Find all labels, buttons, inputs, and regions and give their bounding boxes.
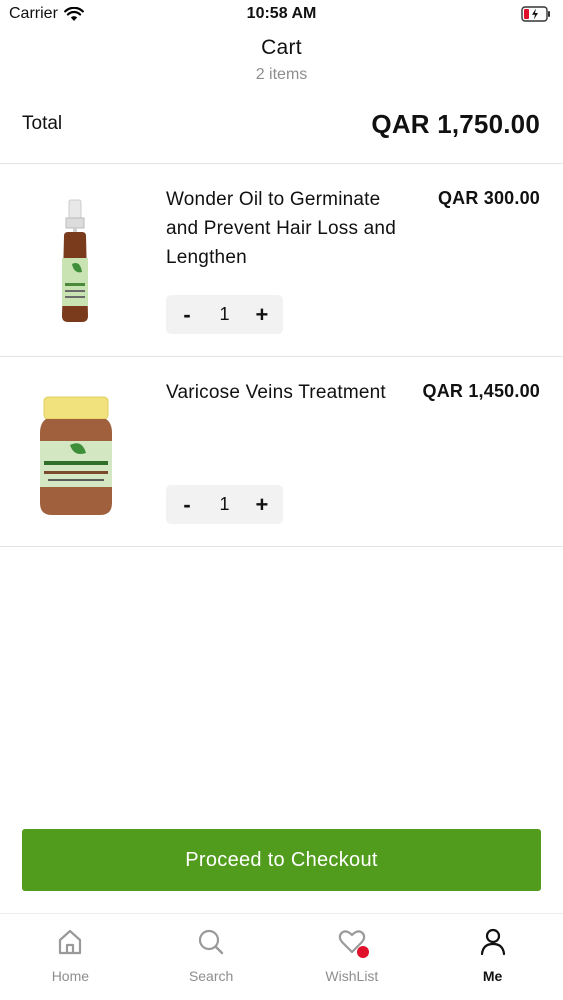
decrease-quantity-button[interactable]: -	[179, 303, 195, 326]
cart-item[interactable]: Varicose Veins Treatment QAR 1,450.00 - …	[0, 357, 563, 546]
quantity-stepper: - 1 +	[166, 485, 283, 524]
total-label: Total	[22, 113, 63, 134]
decrease-quantity-button[interactable]: -	[179, 493, 195, 516]
divider	[0, 546, 563, 547]
tab-wishlist[interactable]: WishList	[282, 914, 423, 1000]
jar-image	[40, 396, 112, 515]
increase-quantity-button[interactable]: +	[254, 303, 270, 326]
tab-label: Me	[482, 968, 503, 984]
tab-label: Search	[188, 968, 234, 984]
tab-bar: Home Search WishList Me	[0, 913, 563, 1000]
home-icon	[59, 929, 82, 955]
quantity-stepper: - 1 +	[166, 295, 283, 334]
search-icon	[199, 929, 224, 955]
page-header: Cart 2 items	[0, 36, 563, 84]
quantity-value: 1	[219, 304, 230, 324]
cart-item[interactable]: Wonder Oil to Germinate and Prevent Hair…	[0, 164, 563, 356]
increase-quantity-button[interactable]: +	[254, 493, 270, 516]
battery-icon	[521, 6, 550, 22]
item-name[interactable]: Varicose Veins Treatment	[166, 378, 401, 407]
heart-icon	[336, 926, 369, 958]
page-title: Cart	[261, 36, 302, 59]
tab-label: WishList	[325, 968, 379, 984]
status-bar: Carrier 10:58 AM	[0, 0, 563, 30]
status-time: 10:58 AM	[246, 5, 317, 22]
checkout-button[interactable]: Proceed to Checkout	[22, 829, 541, 891]
tab-search[interactable]: Search	[141, 914, 282, 1000]
spray-bottle-image	[62, 199, 88, 322]
item-price: QAR 300.00	[437, 188, 540, 208]
cart-total: Total QAR 1,750.00	[22, 104, 540, 144]
user-icon	[480, 928, 505, 956]
total-value: QAR 1,750.00	[371, 108, 540, 139]
item-count: 2 items	[255, 66, 308, 83]
tab-home[interactable]: Home	[0, 914, 141, 1000]
item-name[interactable]: Wonder Oil to Germinate and Prevent Hair…	[166, 185, 401, 272]
tab-label: Home	[51, 968, 90, 984]
tab-me[interactable]: Me	[422, 914, 563, 1000]
quantity-value: 1	[219, 494, 230, 514]
item-price: QAR 1,450.00	[422, 381, 540, 401]
notification-dot	[356, 946, 369, 958]
